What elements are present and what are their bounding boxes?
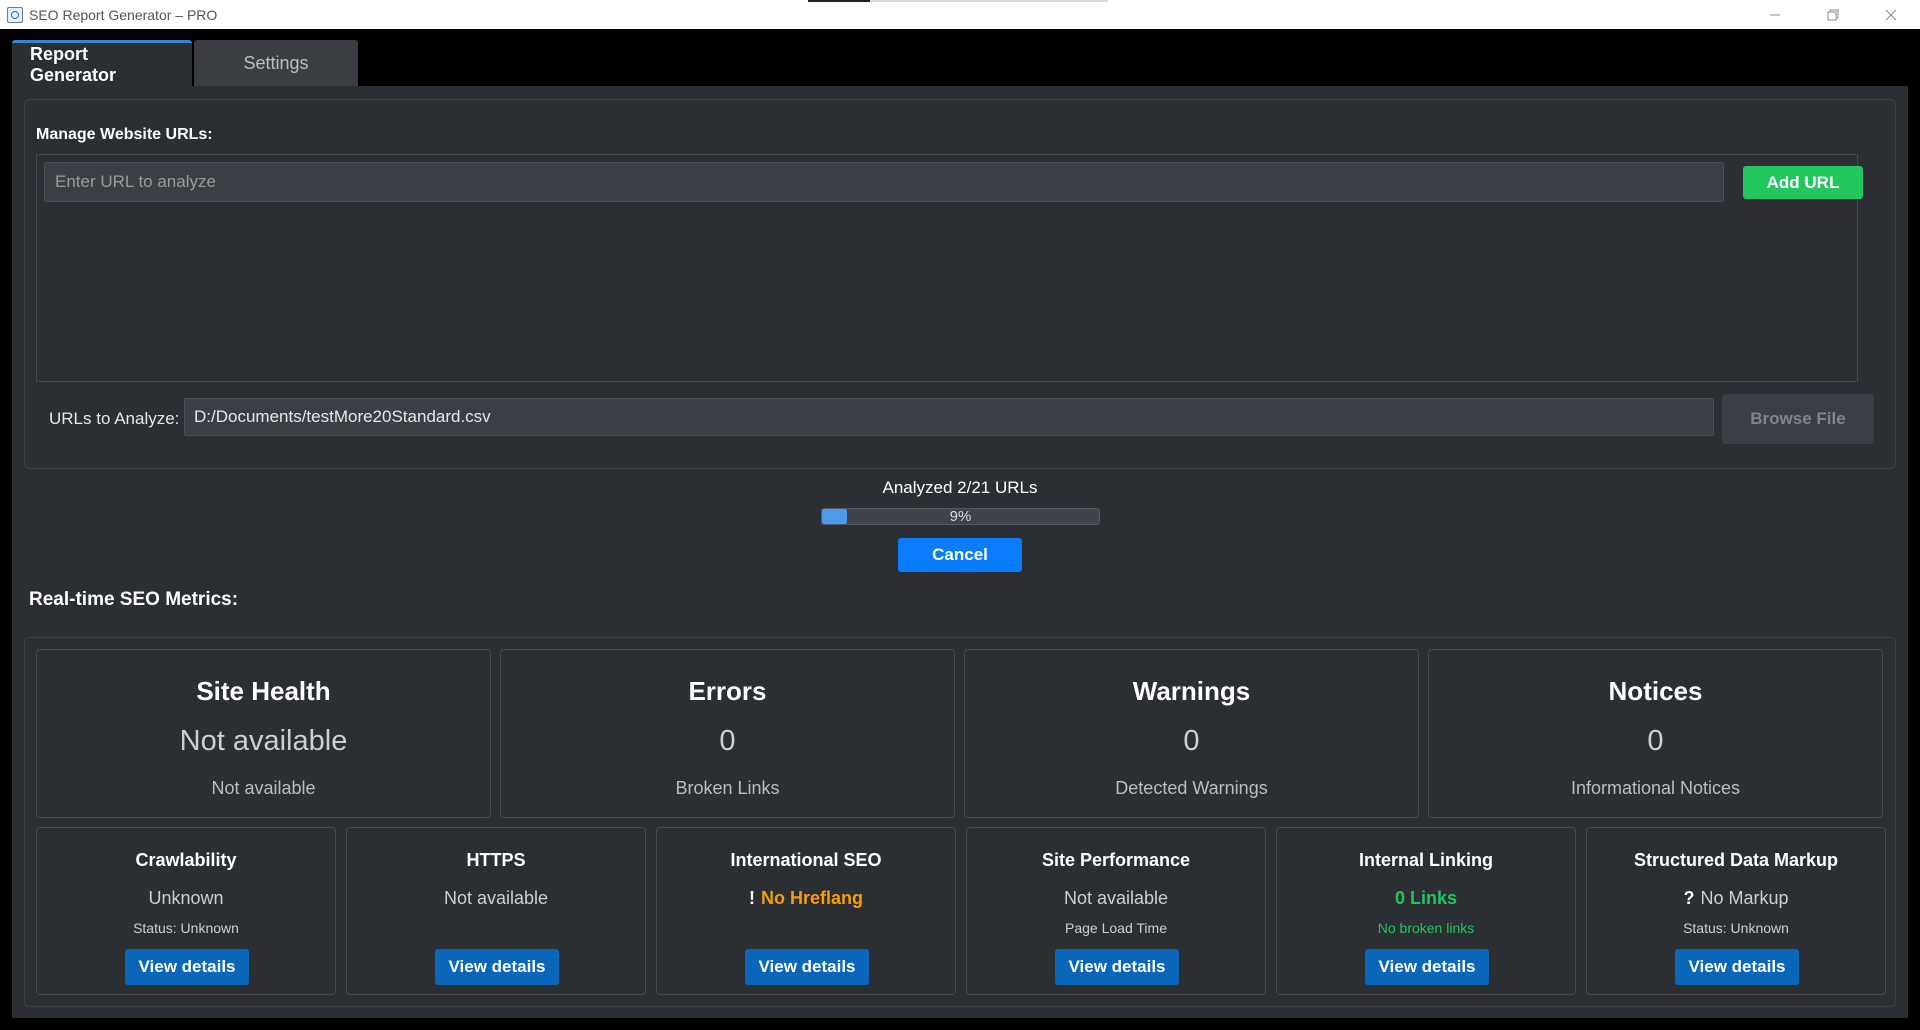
internal-linking-card: Internal Linking 0 Links No broken links… bbox=[1276, 827, 1576, 995]
card-title: Warnings bbox=[1132, 676, 1251, 706]
card-value: Not available bbox=[443, 888, 549, 908]
title-indicator bbox=[808, 0, 1108, 2]
view-details-button[interactable]: View details bbox=[1365, 949, 1489, 985]
card-title: Site Health bbox=[196, 676, 331, 706]
analysis-status: Analyzed 2/21 URLs bbox=[882, 478, 1038, 497]
progress-bar: 9% bbox=[821, 508, 1100, 525]
tab-bar: Report Generator Settings bbox=[12, 40, 358, 86]
card-value-text: No Hreflang bbox=[760, 888, 863, 908]
card-title: HTTPS bbox=[466, 850, 526, 870]
card-value: Unknown bbox=[148, 888, 224, 908]
card-subtitle: Detected Warnings bbox=[1115, 778, 1268, 798]
add-url-button[interactable]: Add URL bbox=[1743, 166, 1863, 199]
site-health-card: Site Health Not available Not available bbox=[36, 649, 491, 818]
view-details-button[interactable]: View details bbox=[1675, 949, 1799, 985]
window-controls bbox=[1746, 0, 1920, 29]
card-value: 0 bbox=[1647, 725, 1664, 757]
card-subtitle: Broken Links bbox=[675, 778, 780, 798]
site-performance-card: Site Performance Not available Page Load… bbox=[966, 827, 1266, 995]
https-card: HTTPS Not available View details bbox=[346, 827, 646, 995]
progress-percent: 9% bbox=[949, 508, 972, 525]
view-details-button[interactable]: View details bbox=[125, 949, 249, 985]
warnings-card: Warnings 0 Detected Warnings bbox=[964, 649, 1419, 818]
url-input[interactable]: Enter URL to analyze bbox=[44, 162, 1724, 202]
card-title: Internal Linking bbox=[1358, 850, 1493, 870]
exclamation-icon: ! bbox=[748, 888, 755, 908]
card-value: ? No Markup bbox=[1587, 888, 1885, 909]
minimize-icon bbox=[1770, 14, 1780, 15]
metrics-title: Real-time SEO Metrics: bbox=[29, 589, 239, 610]
card-value: ! No Hreflang bbox=[657, 888, 955, 909]
structured-data-card: Structured Data Markup ? No Markup Status… bbox=[1586, 827, 1886, 995]
errors-card: Errors 0 Broken Links bbox=[500, 649, 955, 818]
card-value: 0 Links bbox=[1394, 888, 1458, 908]
close-icon bbox=[1885, 9, 1897, 20]
main-pane: Manage Website URLs: Enter URL to analyz… bbox=[12, 86, 1908, 1018]
card-subtitle: No broken links bbox=[1377, 920, 1475, 936]
card-title: Errors bbox=[688, 676, 767, 706]
international-seo-card: International SEO ! No Hreflang View deta… bbox=[656, 827, 956, 995]
card-value: 0 bbox=[719, 725, 736, 757]
card-subtitle: Status: Unknown bbox=[133, 920, 239, 936]
card-value-text: No Markup bbox=[1700, 888, 1789, 908]
cancel-button[interactable]: Cancel bbox=[898, 538, 1022, 572]
file-path-field[interactable]: D:/Documents/testMore20Standard.csv bbox=[184, 398, 1714, 436]
tab-settings[interactable]: Settings bbox=[194, 40, 358, 86]
card-title: International SEO bbox=[730, 850, 882, 870]
title-bar: SEO Report Generator – PRO bbox=[0, 0, 1920, 29]
card-value: 0 bbox=[1183, 725, 1200, 757]
card-subtitle: Page Load Time bbox=[1065, 920, 1167, 936]
view-details-button[interactable]: View details bbox=[745, 949, 869, 985]
restore-button[interactable] bbox=[1804, 0, 1862, 29]
manage-urls-label: Manage Website URLs: bbox=[36, 126, 213, 143]
restore-icon bbox=[1827, 9, 1839, 20]
card-title: Structured Data Markup bbox=[1633, 850, 1839, 870]
view-details-button[interactable]: View details bbox=[1055, 949, 1179, 985]
crawlability-card: Crawlability Unknown Status: Unknown Vie… bbox=[36, 827, 336, 995]
card-value: Not available bbox=[179, 725, 348, 757]
question-icon: ? bbox=[1683, 888, 1695, 908]
card-title: Site Performance bbox=[1041, 850, 1191, 870]
urls-to-analyze-label: URLs to Analyze: bbox=[49, 409, 180, 428]
close-button[interactable] bbox=[1862, 0, 1920, 29]
card-title: Crawlability bbox=[135, 850, 237, 870]
tab-report-generator[interactable]: Report Generator bbox=[12, 40, 192, 86]
card-value: Not available bbox=[1063, 888, 1169, 908]
app-icon bbox=[7, 6, 23, 23]
browse-file-button[interactable]: Browse File bbox=[1722, 394, 1874, 444]
notices-card: Notices 0 Informational Notices bbox=[1428, 649, 1883, 818]
card-subtitle: Status: Unknown bbox=[1683, 920, 1789, 936]
card-title: Notices bbox=[1608, 676, 1703, 706]
view-details-button[interactable]: View details bbox=[435, 949, 559, 985]
minimize-button[interactable] bbox=[1746, 0, 1804, 29]
card-subtitle: Not available bbox=[211, 778, 316, 798]
card-subtitle: Informational Notices bbox=[1570, 778, 1741, 798]
window-title: SEO Report Generator – PRO bbox=[29, 6, 218, 23]
